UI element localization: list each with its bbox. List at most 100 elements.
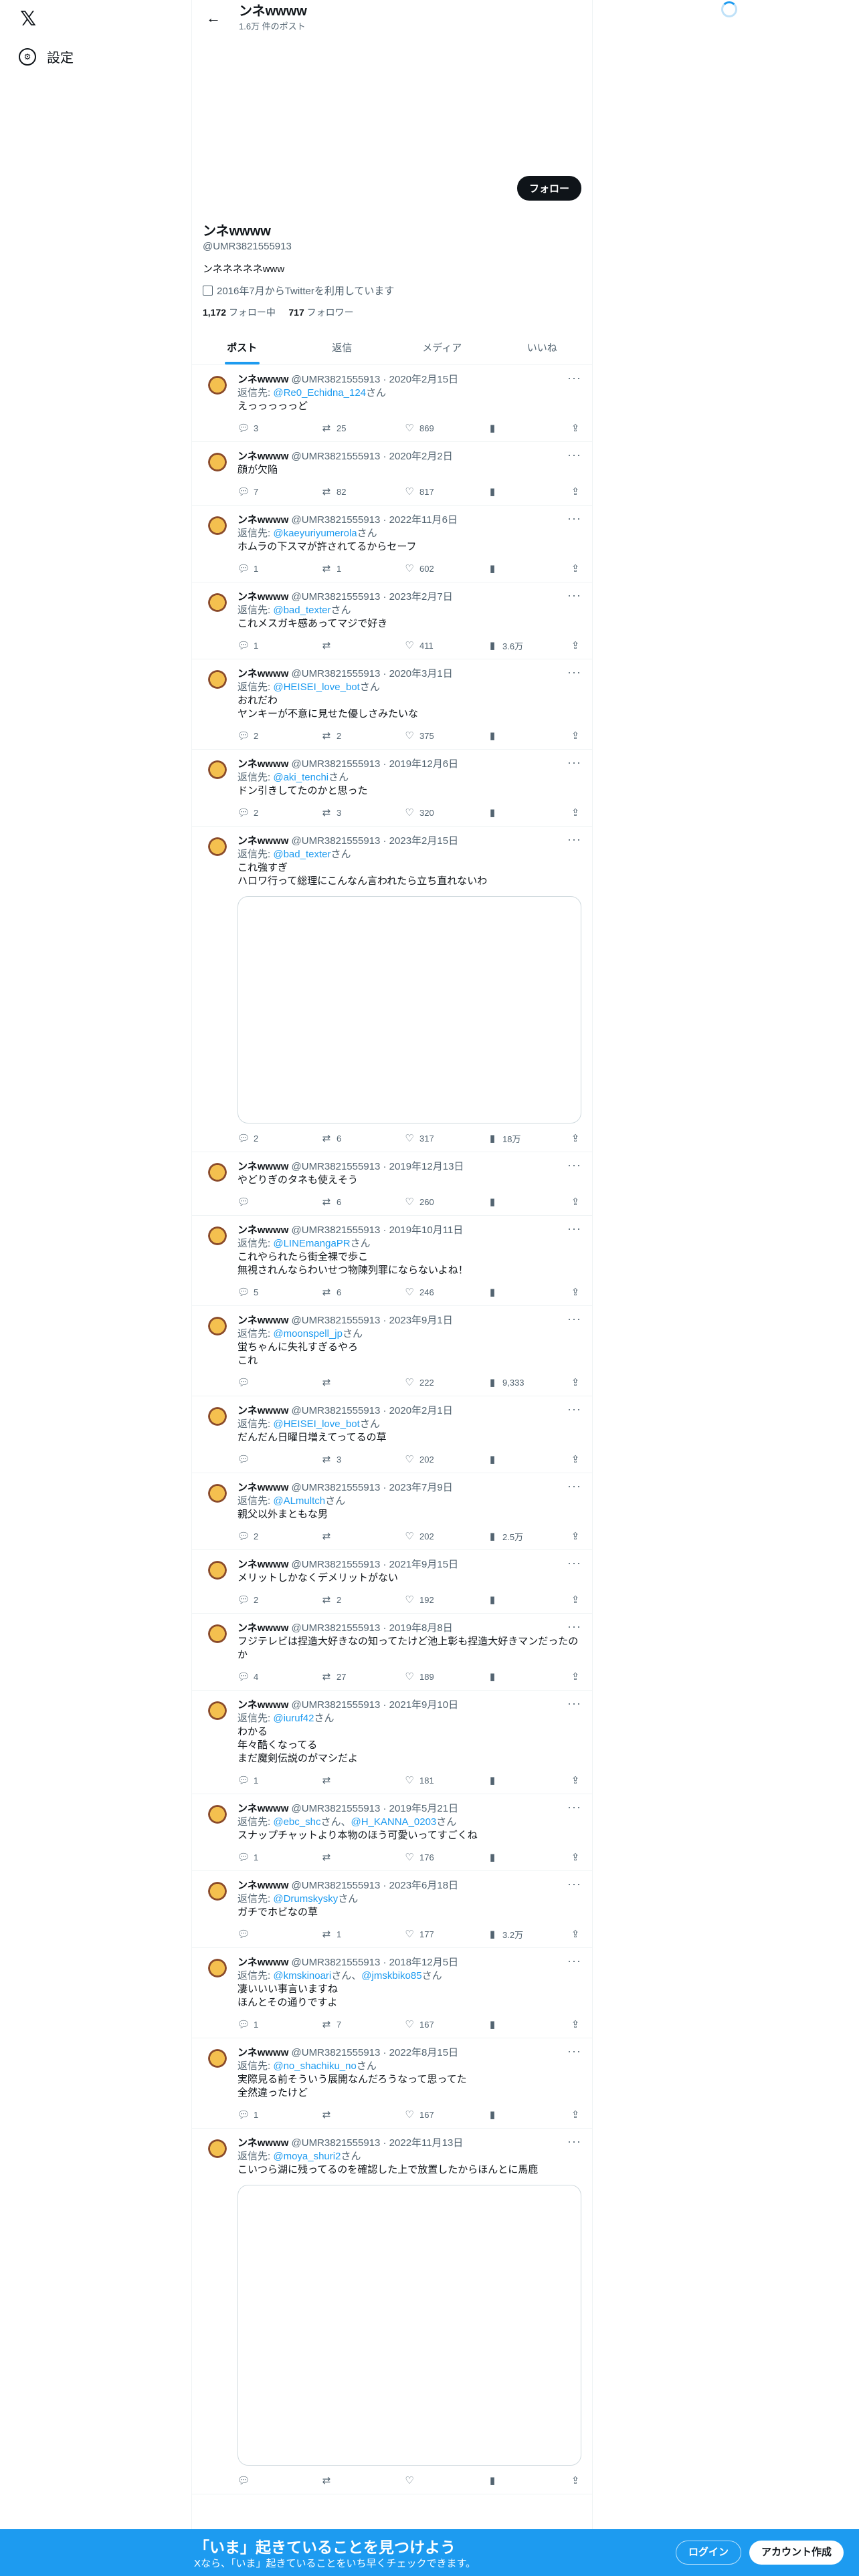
reply-mention-link[interactable]: @bad_texter [273, 605, 330, 616]
like-button[interactable]: ♡ 202 [403, 1530, 444, 1542]
views-button[interactable]: ▮ 3.2万 [486, 1928, 527, 1941]
avatar[interactable] [203, 1956, 229, 1983]
avatar[interactable] [203, 1314, 229, 1341]
like-button[interactable]: ♡ 167 [403, 2109, 444, 2121]
more-options-icon[interactable]: ··· [567, 1955, 581, 1967]
views-button[interactable]: ▮ [486, 1671, 527, 1683]
views-button[interactable]: ▮ [486, 1196, 527, 1208]
avatar[interactable] [203, 758, 229, 784]
avatar[interactable] [203, 514, 229, 540]
reply-mention-link[interactable]: @Re0_Echidna_124 [273, 387, 366, 399]
like-button[interactable]: ♡ 260 [403, 1196, 444, 1208]
more-options-icon[interactable]: ··· [567, 589, 581, 601]
tweet-author-name[interactable]: ンネwwww [237, 1699, 288, 1711]
like-button[interactable]: ♡ 246 [403, 1286, 444, 1298]
share-button[interactable]: ⇪ [569, 730, 581, 742]
views-button[interactable]: ▮ [486, 1851, 527, 1863]
tweet-author-name[interactable]: ンネwwww [237, 1315, 288, 1326]
views-button[interactable]: ▮ [486, 2018, 527, 2030]
tweet[interactable]: ンネwwww @UMR3821555913 · 2022年11月6日 返信先: … [192, 506, 592, 582]
tweet[interactable]: ンネwwww @UMR3821555913 · 2019年12月6日 返信先: … [192, 750, 592, 827]
reply-button[interactable]: 💬︎ 2 [237, 807, 278, 819]
reply-button[interactable]: 💬︎ 1 [237, 1774, 278, 1786]
views-button[interactable]: ▮ [486, 1594, 527, 1606]
reply-mention-link[interactable]: @bad_texter [273, 849, 330, 860]
reply-mention-link[interactable]: @kmskinoari [273, 1970, 331, 1981]
share-button[interactable]: ⇪ [569, 1132, 581, 1144]
tweet[interactable]: ンネwwww @UMR3821555913 · 2023年2月7日 返信先: @… [192, 582, 592, 659]
tweet-author-name[interactable]: ンネwwww [237, 2047, 288, 2058]
views-button[interactable]: ▮ 2.5万 [486, 1530, 527, 1543]
like-button[interactable]: ♡ 176 [403, 1851, 444, 1863]
retweet-button[interactable]: ⇄ 6 [320, 1286, 361, 1298]
tweet[interactable]: ンネwwww @UMR3821555913 · 2023年6月18日 返信先: … [192, 1871, 592, 1948]
tweet-media[interactable] [237, 896, 581, 1123]
tweet-author-name[interactable]: ンネwwww [237, 1405, 288, 1416]
reply-mention-link[interactable]: @moonspell_jp [273, 1328, 343, 1339]
views-button[interactable]: ▮ 3.6万 [486, 639, 527, 652]
tweet[interactable]: ンネwwww @UMR3821555913 · 2022年11月13日 返信先:… [192, 2129, 592, 2494]
like-button[interactable]: ♡ 817 [403, 486, 444, 498]
avatar[interactable] [203, 450, 229, 477]
views-button[interactable]: ▮ [486, 1286, 527, 1298]
views-button[interactable]: ▮ [486, 1453, 527, 1465]
share-button[interactable]: ⇪ [569, 639, 581, 651]
share-button[interactable]: ⇪ [569, 1928, 581, 1940]
reply-mention-link[interactable]: @HEISEI_love_bot [273, 681, 359, 693]
tweet-author-name[interactable]: ンネwwww [237, 514, 288, 526]
share-button[interactable]: ⇪ [569, 1851, 581, 1863]
more-options-icon[interactable]: ··· [567, 833, 581, 845]
retweet-button[interactable]: ⇄ 7 [320, 2018, 361, 2030]
share-button[interactable]: ⇪ [569, 2109, 581, 2121]
tweet-author-name[interactable]: ンネwwww [237, 1957, 288, 1968]
retweet-button[interactable]: ⇄ [320, 1530, 361, 1542]
more-options-icon[interactable]: ··· [567, 756, 581, 768]
reply-mention-link[interactable]: @LINEmangaPR [273, 1238, 350, 1249]
share-button[interactable]: ⇪ [569, 422, 581, 434]
tweet-author-name[interactable]: ンネwwww [237, 374, 288, 385]
x-logo-icon[interactable]: 𝕏 [20, 8, 43, 31]
avatar[interactable] [203, 1802, 229, 1829]
views-button[interactable]: ▮ [486, 422, 527, 434]
reply-button[interactable]: 💬︎ 2 [237, 1132, 278, 1144]
following-link[interactable]: 1,172 フォロー中 [203, 307, 276, 318]
retweet-button[interactable]: ⇄ [320, 1376, 361, 1388]
retweet-button[interactable]: ⇄ 6 [320, 1196, 361, 1208]
reply-button[interactable]: 💬︎ 1 [237, 562, 278, 574]
reply-button[interactable]: 💬︎ [237, 1453, 278, 1465]
more-options-icon[interactable]: ··· [567, 1159, 581, 1171]
views-button[interactable]: ▮ [486, 486, 527, 498]
avatar[interactable] [203, 591, 229, 617]
reply-button[interactable]: 💬︎ 7 [237, 486, 278, 498]
avatar[interactable] [203, 373, 229, 400]
views-button[interactable]: ▮ [486, 1774, 527, 1786]
retweet-button[interactable]: ⇄ 1 [320, 1928, 361, 1940]
share-button[interactable]: ⇪ [569, 1286, 581, 1298]
reply-button[interactable]: 💬︎ 2 [237, 1530, 278, 1542]
more-options-icon[interactable]: ··· [567, 1697, 581, 1709]
reply-mention-link[interactable]: @kaeyuriyumerola [273, 528, 357, 539]
retweet-button[interactable]: ⇄ 1 [320, 562, 361, 574]
tweet[interactable]: ンネwwww @UMR3821555913 · 2019年12月13日 やどりぎ… [192, 1152, 592, 1216]
views-button[interactable]: ▮ 9,333 [486, 1376, 527, 1388]
like-button[interactable]: ♡ 411 [403, 639, 444, 651]
reply-mention-link[interactable]: @H_KANNA_0203 [351, 1816, 436, 1828]
tweet-author-name[interactable]: ンネwwww [237, 758, 288, 770]
like-button[interactable]: ♡ 202 [403, 1453, 444, 1465]
more-options-icon[interactable]: ··· [567, 1620, 581, 1632]
share-button[interactable]: ⇪ [569, 2474, 581, 2486]
avatar[interactable] [203, 1224, 229, 1251]
views-button[interactable]: ▮ [486, 2474, 527, 2486]
reply-button[interactable]: 💬︎ [237, 1376, 278, 1388]
share-button[interactable]: ⇪ [569, 807, 581, 819]
tweet[interactable]: ンネwwww @UMR3821555913 · 2023年9月1日 返信先: @… [192, 1306, 592, 1396]
tweet[interactable]: ンネwwww @UMR3821555913 · 2019年8月8日 フジテレビは… [192, 1614, 592, 1691]
retweet-button[interactable]: ⇄ [320, 1851, 361, 1863]
retweet-button[interactable]: ⇄ 3 [320, 1453, 361, 1465]
like-button[interactable]: ♡ 167 [403, 2018, 444, 2030]
like-button[interactable]: ♡ 320 [403, 807, 444, 819]
tweet[interactable]: ンネwwww @UMR3821555913 · 2020年2月1日 返信先: @… [192, 1396, 592, 1473]
retweet-button[interactable]: ⇄ [320, 639, 361, 651]
tweet-author-name[interactable]: ンネwwww [237, 1803, 288, 1814]
avatar[interactable] [203, 1558, 229, 1585]
